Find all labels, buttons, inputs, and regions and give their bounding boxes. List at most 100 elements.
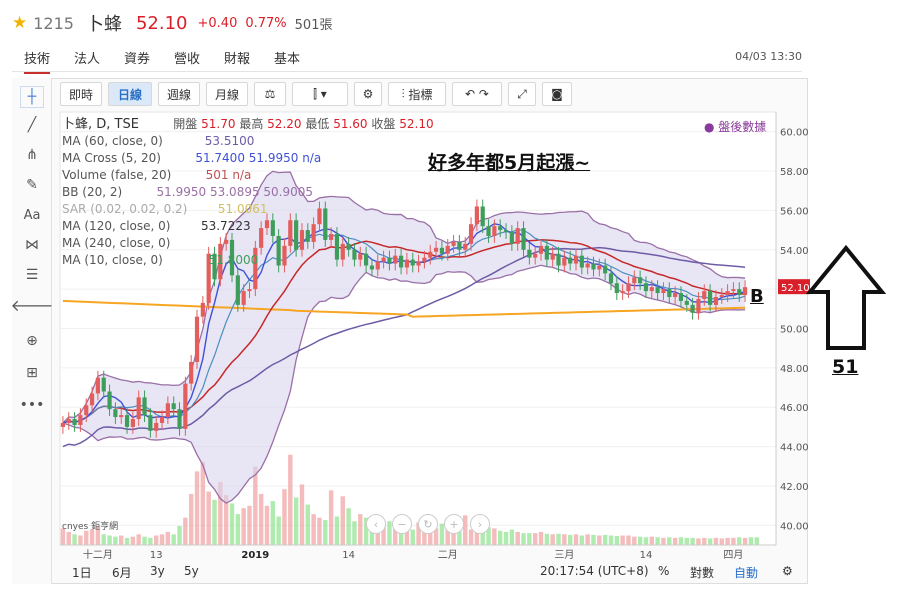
volume-bar — [637, 536, 643, 545]
legend-volume[interactable]: Volume (false, 20) 501 n/a — [62, 167, 434, 184]
candle-body — [474, 206, 479, 225]
high-label: 最高 — [239, 117, 264, 131]
volume-bar — [725, 537, 730, 545]
legend-label: MA (60, close, 0) — [62, 134, 163, 148]
candle-body — [66, 419, 71, 423]
legend-label: MA (10, close, 0) — [62, 253, 163, 267]
candle-body — [136, 397, 141, 420]
auto-toggle[interactable]: 自動 — [734, 564, 758, 581]
range-1d[interactable]: 1日 — [72, 564, 92, 581]
volume-bar — [113, 536, 118, 545]
volume-bar — [602, 534, 608, 545]
candle-body — [247, 289, 252, 292]
legend-bb[interactable]: BB (20, 2) 51.9950 53.0895 50.9005 — [62, 184, 434, 201]
x-tick-label: 14 — [640, 550, 653, 561]
candle-body — [159, 417, 165, 423]
volume-bar — [78, 535, 83, 545]
candle-body — [585, 263, 590, 268]
range-6m[interactable]: 6月 — [112, 564, 132, 581]
volume-bar — [212, 499, 217, 545]
volume-bar — [136, 534, 141, 545]
volume-bar — [497, 530, 503, 545]
candle-body — [445, 245, 450, 254]
candle-body — [521, 228, 526, 250]
legend-ma-cross[interactable]: MA Cross (5, 20) 51.7400 51.9950 n/a — [62, 150, 434, 167]
candle-body — [649, 287, 654, 292]
volume-bar — [573, 534, 579, 545]
legend-values: 501 n/a — [205, 168, 252, 182]
volume-bar — [696, 538, 701, 545]
legend-ma120[interactable]: MA (120, close, 0) 53.7223 — [62, 218, 434, 235]
zoom-out-icon[interactable]: − — [392, 514, 412, 534]
volume-bar — [148, 537, 153, 545]
axis-settings-icon[interactable]: ⚙ — [782, 564, 793, 578]
candle-body — [719, 295, 724, 298]
post-market-link[interactable]: ● 盤後數據 — [704, 118, 766, 135]
candle-body — [643, 283, 649, 292]
volume-bar — [101, 534, 106, 545]
y-tick-label: 60.00 — [780, 128, 809, 139]
candle-body — [527, 249, 532, 258]
annotation-text: 好多年都5月起漲~ — [428, 152, 591, 174]
candle-body — [538, 245, 544, 254]
log-toggle[interactable]: 對數 — [690, 564, 714, 581]
candle-body — [638, 277, 643, 284]
volume-bar — [340, 496, 345, 545]
volume-bar — [532, 533, 538, 545]
reset-icon[interactable]: ↻ — [418, 514, 438, 534]
x-tick-label: 14 — [342, 550, 355, 561]
volume-bar — [707, 538, 713, 545]
price-chart[interactable]: 60.0058.0056.0054.0052.0050.0048.0046.00… — [0, 0, 900, 600]
candle-body — [89, 393, 95, 406]
candle-body — [439, 247, 444, 254]
candle-body — [60, 422, 66, 427]
volume-bar — [276, 516, 281, 545]
x-tick-label: 二月 — [438, 549, 458, 561]
candle-body — [667, 289, 672, 298]
candle-body — [550, 253, 555, 260]
legend-values: 51.0061 — [217, 202, 268, 216]
volume-bar — [305, 504, 311, 545]
candle-body — [183, 383, 188, 429]
clock: 20:17:54 (UTC+8) — [540, 564, 649, 578]
range-3y[interactable]: 3y — [150, 564, 165, 578]
volume-bar — [748, 537, 754, 545]
candle-body — [655, 287, 660, 294]
bottom-bar: 1日 6月 3y 5y 20:17:54 (UTC+8) % 對數 自動 ⚙ — [58, 562, 802, 582]
candle-body — [620, 291, 625, 294]
volume-bar — [742, 537, 748, 545]
candle-body — [154, 422, 159, 431]
volume-bar — [229, 503, 235, 545]
zoom-in-icon[interactable]: + — [444, 514, 464, 534]
close-label: 收盤 — [371, 117, 396, 131]
chart-legend: 卜蜂, D, TSE 開盤 51.70 最高 52.20 最低 51.60 收盤… — [62, 116, 434, 269]
scroll-left-icon[interactable]: ‹ — [366, 514, 386, 534]
range-5y[interactable]: 5y — [184, 564, 199, 578]
candle-body — [597, 265, 602, 270]
legend-ma60[interactable]: MA (60, close, 0) 53.5100 — [62, 133, 434, 150]
x-tick-label: 四月 — [723, 549, 743, 561]
volume-bar — [328, 490, 334, 545]
legend-label: MA Cross (5, 20) — [62, 151, 161, 165]
volume-bar — [626, 535, 631, 545]
legend-sar[interactable]: SAR (0.02, 0.02, 0.2) 51.0061 — [62, 201, 434, 218]
volume-bar — [235, 514, 241, 545]
candle-body — [742, 287, 748, 296]
candle-body — [113, 409, 118, 418]
x-tick-label: 2019 — [241, 550, 269, 561]
legend-ma240[interactable]: MA (240, close, 0) — [62, 235, 434, 252]
volume-bar — [84, 530, 89, 545]
candle-body — [713, 297, 719, 305]
volume-bar — [293, 497, 299, 545]
candle-body — [177, 409, 182, 429]
legend-ma10[interactable]: MA (10, close, 0) 51.8000 — [62, 252, 434, 269]
volume-bar — [643, 537, 649, 545]
volume-bar — [672, 537, 678, 545]
scroll-right-icon[interactable]: › — [470, 514, 490, 534]
y-tick-label: 58.00 — [780, 167, 809, 178]
candle-body — [200, 302, 205, 317]
candle-body — [165, 403, 170, 418]
volume-bar — [509, 529, 515, 545]
volume-bar — [521, 533, 526, 545]
percent-toggle[interactable]: % — [658, 564, 669, 578]
